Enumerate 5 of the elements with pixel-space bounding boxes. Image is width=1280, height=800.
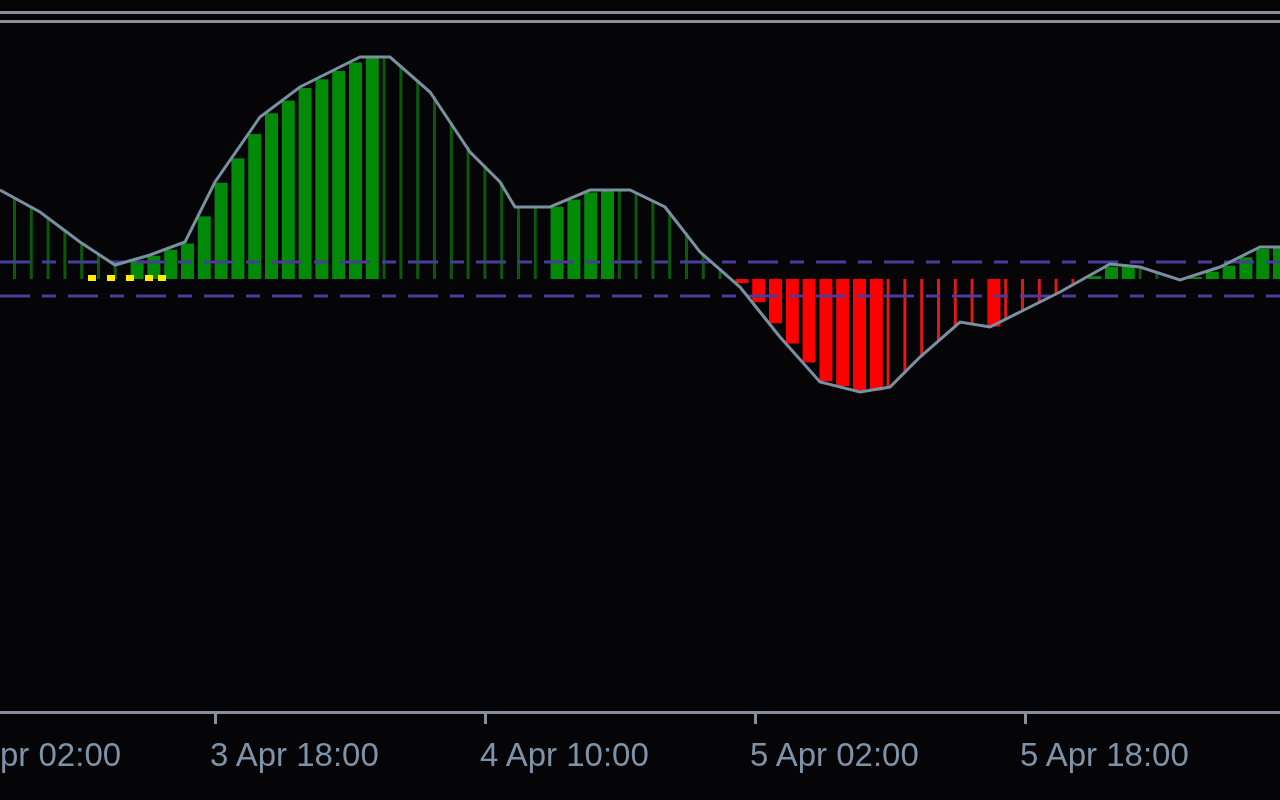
time-label: 4 Apr 10:00 (480, 736, 649, 774)
time-label: 5 Apr 18:00 (1020, 736, 1189, 774)
time-label: 3 Apr 18:00 (210, 736, 379, 774)
time-label: pr 02:00 (0, 736, 122, 774)
time-label: 5 Apr 02:00 (750, 736, 919, 774)
